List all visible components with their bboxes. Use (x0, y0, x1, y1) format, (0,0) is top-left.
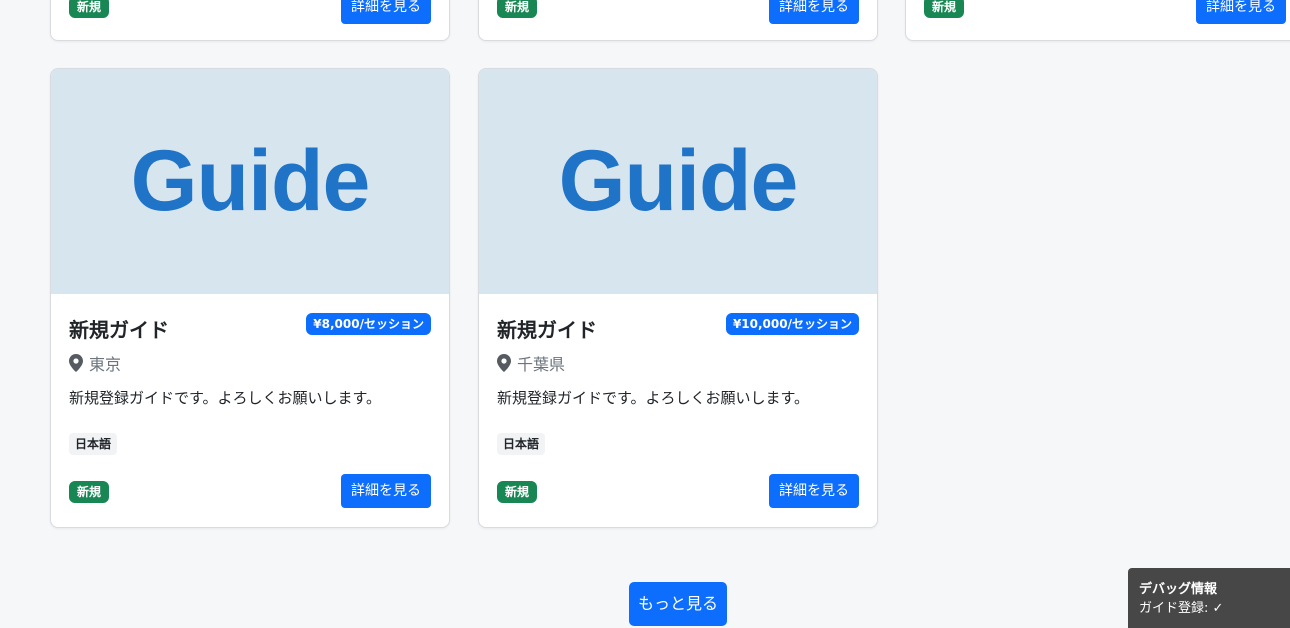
guide-title: 新規ガイド (69, 318, 169, 342)
guide-card-1: Guide 新規ガイド ¥8,000/セッション 東京 新規登録ガイドです。よろ… (50, 68, 450, 528)
location: 東京 (69, 351, 121, 375)
guide-title: 新規ガイド (497, 318, 597, 342)
guide-image-text: Guide (558, 133, 799, 229)
new-badge: 新規 (924, 0, 965, 18)
language-tag: 日本語 (69, 433, 118, 455)
new-badge: 新規 (69, 0, 110, 18)
guide-description: 新規登録ガイドです。よろしくお願いします。 (69, 389, 382, 407)
guide-card-2: Guide 新規ガイド ¥10,000/セッション 千葉県 新規登録ガイドです。… (478, 68, 878, 528)
load-more-button[interactable]: もっと見る (629, 582, 727, 626)
guide-card-top-3: 新規 詳細を見る (905, 0, 1290, 41)
details-button[interactable]: 詳細を見る (769, 474, 859, 508)
new-badge: 新規 (497, 0, 538, 18)
guide-image: Guide (479, 69, 877, 294)
price-badge: ¥8,000/セッション (306, 313, 431, 335)
details-button[interactable]: 詳細を見る (1196, 0, 1286, 24)
debug-line: ガイド登録: ✓ (1139, 601, 1224, 616)
price-badge: ¥10,000/セッション (725, 313, 859, 335)
new-badge: 新規 (497, 481, 538, 503)
location: 千葉県 (497, 351, 565, 375)
guide-card-top-1: 新規 詳細を見る (50, 0, 450, 41)
language-tag: 日本語 (497, 433, 546, 455)
debug-title: デバッグ情報 (1139, 582, 1218, 597)
debug-panel: デバッグ情報 ガイド登録: ✓ (1128, 568, 1290, 628)
guide-description: 新規登録ガイドです。よろしくお願いします。 (497, 389, 810, 407)
location-text: 東京 (89, 355, 122, 374)
map-pin-icon (69, 354, 83, 372)
guide-image-text: Guide (130, 133, 371, 229)
details-button[interactable]: 詳細を見る (341, 0, 431, 24)
map-pin-icon (497, 354, 511, 372)
details-button[interactable]: 詳細を見る (769, 0, 859, 24)
location-text: 千葉県 (517, 355, 566, 374)
details-button[interactable]: 詳細を見る (341, 474, 431, 508)
guide-card-top-2: 新規 詳細を見る (478, 0, 878, 41)
guide-image: Guide (51, 69, 449, 294)
new-badge: 新規 (69, 481, 110, 503)
